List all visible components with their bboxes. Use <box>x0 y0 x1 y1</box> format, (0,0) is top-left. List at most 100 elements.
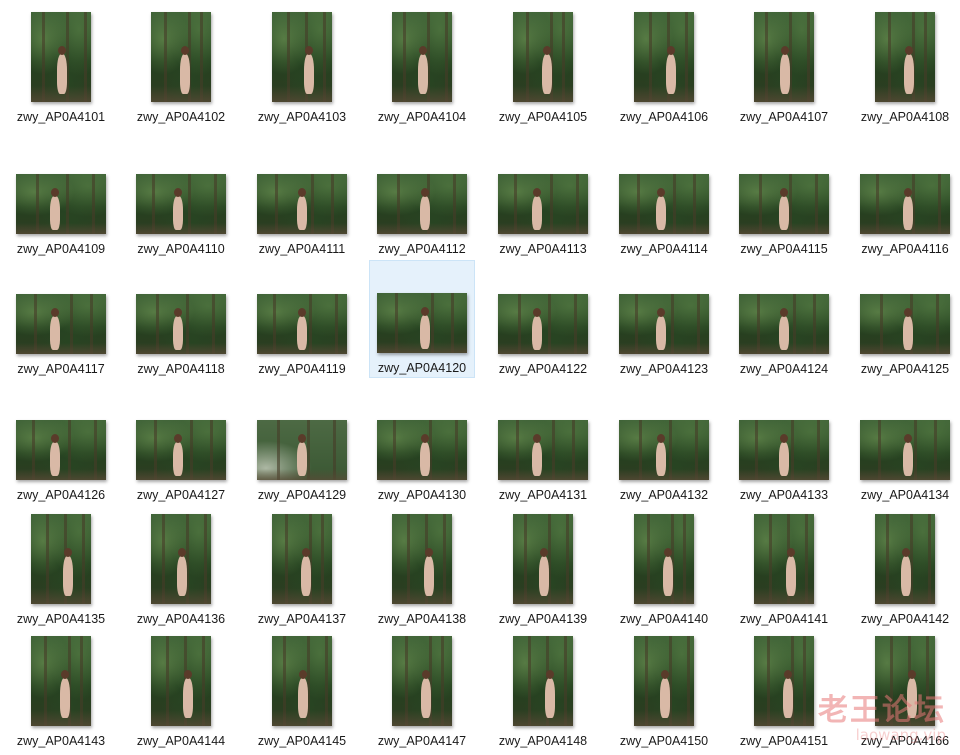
image-thumbnail[interactable] <box>619 420 709 480</box>
image-thumbnail[interactable] <box>634 636 694 726</box>
image-thumbnail[interactable] <box>875 12 935 102</box>
image-thumbnail[interactable] <box>739 174 829 234</box>
file-item[interactable]: zwy_AP0A4119 <box>249 260 355 378</box>
image-thumbnail[interactable] <box>151 636 211 726</box>
image-thumbnail[interactable] <box>377 420 467 480</box>
image-thumbnail[interactable] <box>619 174 709 234</box>
file-item[interactable]: zwy_AP0A4117 <box>8 260 114 378</box>
image-thumbnail[interactable] <box>31 514 91 604</box>
image-thumbnail[interactable] <box>136 420 226 480</box>
file-item[interactable]: zwy_AP0A4102 <box>128 8 234 126</box>
file-item[interactable]: zwy_AP0A4111 <box>249 140 355 258</box>
file-item[interactable]: zwy_AP0A4143 <box>8 632 114 750</box>
image-thumbnail[interactable] <box>257 174 347 234</box>
file-item[interactable]: zwy_AP0A4114 <box>611 140 717 258</box>
image-thumbnail[interactable] <box>739 420 829 480</box>
image-thumbnail[interactable] <box>31 636 91 726</box>
file-item[interactable]: zwy_AP0A4107 <box>731 8 837 126</box>
file-item[interactable]: zwy_AP0A4131 <box>490 386 596 504</box>
file-name-label: zwy_AP0A4150 <box>619 734 709 748</box>
file-item[interactable]: zwy_AP0A4125 <box>852 260 958 378</box>
file-item[interactable]: zwy_AP0A4104 <box>369 8 475 126</box>
image-thumbnail[interactable] <box>754 636 814 726</box>
image-thumbnail[interactable] <box>634 12 694 102</box>
file-item[interactable]: zwy_AP0A4144 <box>128 632 234 750</box>
file-item[interactable]: zwy_AP0A4139 <box>490 510 596 628</box>
image-thumbnail[interactable] <box>272 12 332 102</box>
file-item[interactable]: zwy_AP0A4118 <box>128 260 234 378</box>
file-item[interactable]: zwy_AP0A4147 <box>369 632 475 750</box>
image-thumbnail[interactable] <box>860 294 950 354</box>
image-thumbnail[interactable] <box>513 636 573 726</box>
file-item[interactable]: zwy_AP0A4108 <box>852 8 958 126</box>
image-thumbnail[interactable] <box>875 514 935 604</box>
file-item[interactable]: zwy_AP0A4145 <box>249 632 355 750</box>
image-thumbnail[interactable] <box>257 294 347 354</box>
file-item[interactable]: zwy_AP0A4105 <box>490 8 596 126</box>
image-thumbnail[interactable] <box>377 293 467 353</box>
image-thumbnail[interactable] <box>498 294 588 354</box>
image-thumbnail[interactable] <box>754 12 814 102</box>
image-thumbnail[interactable] <box>739 294 829 354</box>
file-item[interactable]: zwy_AP0A4116 <box>852 140 958 258</box>
image-thumbnail[interactable] <box>860 174 950 234</box>
file-name-label: zwy_AP0A4113 <box>499 242 587 256</box>
file-item[interactable]: zwy_AP0A4132 <box>611 386 717 504</box>
image-thumbnail[interactable] <box>619 294 709 354</box>
image-thumbnail[interactable] <box>136 294 226 354</box>
file-item[interactable]: zwy_AP0A4140 <box>611 510 717 628</box>
file-item[interactable]: zwy_AP0A4120 <box>369 260 475 378</box>
file-item[interactable]: zwy_AP0A4129 <box>249 386 355 504</box>
image-thumbnail[interactable] <box>257 420 347 480</box>
file-item[interactable]: zwy_AP0A4123 <box>611 260 717 378</box>
file-item[interactable]: zwy_AP0A4138 <box>369 510 475 628</box>
image-thumbnail[interactable] <box>377 174 467 234</box>
file-item[interactable]: zwy_AP0A4122 <box>490 260 596 378</box>
file-item[interactable]: zwy_AP0A4135 <box>8 510 114 628</box>
image-thumbnail[interactable] <box>16 294 106 354</box>
image-thumbnail[interactable] <box>754 514 814 604</box>
file-item[interactable]: zwy_AP0A4115 <box>731 140 837 258</box>
file-item[interactable]: zwy_AP0A4133 <box>731 386 837 504</box>
file-item[interactable]: zwy_AP0A4151 <box>731 632 837 750</box>
image-thumbnail[interactable] <box>16 174 106 234</box>
file-item[interactable]: zwy_AP0A4150 <box>611 632 717 750</box>
file-item[interactable]: zwy_AP0A4124 <box>731 260 837 378</box>
file-item[interactable]: zwy_AP0A4166 <box>852 632 958 750</box>
image-thumbnail[interactable] <box>392 514 452 604</box>
image-thumbnail[interactable] <box>875 636 935 726</box>
image-thumbnail[interactable] <box>513 12 573 102</box>
file-item[interactable]: zwy_AP0A4148 <box>490 632 596 750</box>
file-name-label: zwy_AP0A4117 <box>17 362 105 376</box>
image-thumbnail[interactable] <box>272 636 332 726</box>
file-item[interactable]: zwy_AP0A4134 <box>852 386 958 504</box>
image-thumbnail[interactable] <box>31 12 91 102</box>
image-thumbnail[interactable] <box>498 174 588 234</box>
file-item[interactable]: zwy_AP0A4130 <box>369 386 475 504</box>
file-item[interactable]: zwy_AP0A4112 <box>369 140 475 258</box>
image-thumbnail[interactable] <box>634 514 694 604</box>
file-item[interactable]: zwy_AP0A4110 <box>128 140 234 258</box>
image-thumbnail[interactable] <box>136 174 226 234</box>
file-item[interactable]: zwy_AP0A4127 <box>128 386 234 504</box>
image-thumbnail[interactable] <box>392 12 452 102</box>
file-item[interactable]: zwy_AP0A4136 <box>128 510 234 628</box>
image-thumbnail[interactable] <box>498 420 588 480</box>
file-item[interactable]: zwy_AP0A4113 <box>490 140 596 258</box>
file-item[interactable]: zwy_AP0A4126 <box>8 386 114 504</box>
image-thumbnail[interactable] <box>392 636 452 726</box>
file-item[interactable]: zwy_AP0A4141 <box>731 510 837 628</box>
file-item[interactable]: zwy_AP0A4103 <box>249 8 355 126</box>
image-thumbnail[interactable] <box>860 420 950 480</box>
file-item[interactable]: zwy_AP0A4137 <box>249 510 355 628</box>
file-item[interactable]: zwy_AP0A4101 <box>8 8 114 126</box>
file-name-label: zwy_AP0A4141 <box>739 612 829 626</box>
file-item[interactable]: zwy_AP0A4142 <box>852 510 958 628</box>
image-thumbnail[interactable] <box>272 514 332 604</box>
image-thumbnail[interactable] <box>16 420 106 480</box>
image-thumbnail[interactable] <box>151 514 211 604</box>
image-thumbnail[interactable] <box>513 514 573 604</box>
image-thumbnail[interactable] <box>151 12 211 102</box>
file-item[interactable]: zwy_AP0A4109 <box>8 140 114 258</box>
file-item[interactable]: zwy_AP0A4106 <box>611 8 717 126</box>
